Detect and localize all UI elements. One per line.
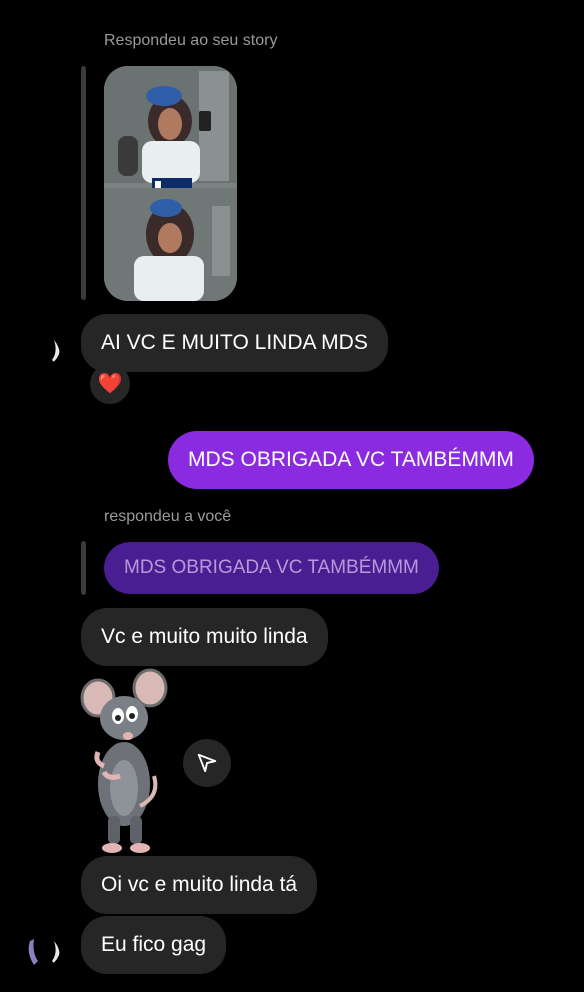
sender-avatar[interactable] (24, 330, 60, 366)
sender-avatar[interactable] (24, 931, 60, 967)
mouse-sticker[interactable] (80, 666, 170, 854)
reaction-badge[interactable]: ❤️ (90, 364, 130, 404)
reply-caption: respondeu a você (104, 508, 232, 525)
story-thumbnail[interactable] (104, 66, 237, 301)
mouse-sticker-image (80, 668, 168, 853)
story-reply-caption: Respondeu ao seu story (104, 32, 278, 49)
message-bubble-sent[interactable]: MDS OBRIGADA VC TAMBÉMMM (168, 431, 534, 489)
message-bubble-received[interactable]: Oi vc e muito linda tá (81, 856, 318, 914)
message-bubble-received[interactable]: Eu fico gag (81, 916, 227, 974)
message-bubble-received[interactable]: Vc e muito muito linda (81, 608, 328, 666)
avatar-image (24, 931, 60, 967)
avatar-image (24, 330, 60, 366)
message-bubble-received[interactable]: AI VC E MUITO LINDA MDS (81, 314, 388, 372)
reply-bar (81, 541, 86, 595)
share-button[interactable] (183, 739, 231, 787)
quoted-message[interactable]: MDS OBRIGADA VC TAMBÉMMM (104, 542, 439, 594)
send-arrow-icon (197, 753, 217, 773)
reply-bar (81, 66, 86, 300)
heart-icon: ❤️ (97, 373, 123, 395)
story-image (104, 66, 237, 301)
